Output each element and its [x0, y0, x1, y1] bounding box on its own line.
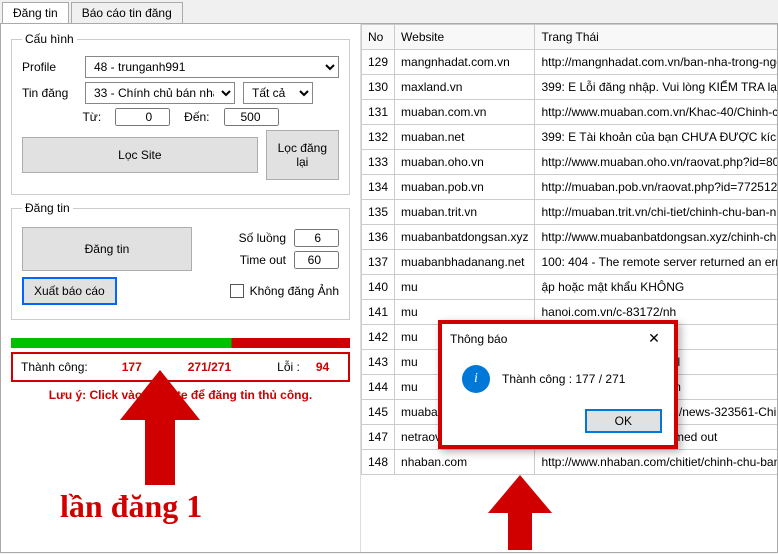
table-row[interactable]: 130maxland.vn399: E Lỗi đăng nhập. Vui l… — [362, 75, 778, 100]
cell-no: 136 — [362, 225, 395, 250]
cell-status: http://mangnhadat.com.vn/ban-nha-trong-n… — [535, 50, 777, 75]
cell-website: muaban.trit.vn — [395, 200, 535, 225]
cell-no: 133 — [362, 150, 395, 175]
soluong-label: Số luồng — [239, 231, 286, 245]
tu-input[interactable] — [115, 108, 170, 126]
cell-status: 399: E Tài khoản của bạn CHƯA ĐƯỢC kích … — [535, 125, 777, 150]
arrow-annotation-left — [110, 370, 210, 490]
khong-dang-anh-label: Không đăng Ảnh — [250, 284, 339, 298]
tindang-select[interactable]: 33 - Chính chủ bán nhà — [85, 82, 235, 104]
dangtin-button[interactable]: Đăng tin — [22, 227, 192, 271]
arrow-annotation-right — [480, 475, 560, 550]
soluong-input[interactable] — [294, 229, 339, 247]
filter-select[interactable]: Tất cả — [243, 82, 313, 104]
cell-no: 132 — [362, 125, 395, 150]
cell-no: 140 — [362, 275, 395, 300]
cell-no: 137 — [362, 250, 395, 275]
cell-status: http://www.muaban.oho.vn/raovat.php?id=8… — [535, 150, 777, 175]
dangtin-group: Đăng tin Đăng tin Số luồng Time out Xuất… — [11, 201, 350, 320]
cell-website: muaban.com.vn — [395, 100, 535, 125]
table-row[interactable]: 131muaban.com.vnhttp://www.muaban.com.vn… — [362, 100, 778, 125]
cell-status: ập hoặc mật khẩu KHÔNG — [535, 275, 777, 300]
cell-website: nhaban.com — [395, 450, 535, 475]
cell-no: 142 — [362, 325, 395, 350]
col-status[interactable]: Trang Thái — [535, 25, 777, 50]
cell-website: muabanbhadanang.net — [395, 250, 535, 275]
thongbao-dialog: Thông báo ✕ i Thành công : 177 / 271 OK — [438, 320, 678, 449]
cell-website: mu — [395, 275, 535, 300]
cell-status: http://www.nhaban.com/chitiet/chinh-chu-… — [535, 450, 777, 475]
cell-status: http://muaban.trit.vn/chi-tiet/chinh-chu… — [535, 200, 777, 225]
tab-dangtin[interactable]: Đăng tin — [2, 2, 69, 23]
table-row[interactable]: 133muaban.oho.vnhttp://www.muaban.oho.vn… — [362, 150, 778, 175]
annotation-text: lần đăng 1 — [60, 488, 202, 525]
cell-status: http://www.muaban.com.vn/Khac-40/Chinh-c… — [535, 100, 777, 125]
cell-website: muaban.oho.vn — [395, 150, 535, 175]
dialog-title: Thông báo — [450, 332, 507, 346]
cell-no: 143 — [362, 350, 395, 375]
info-icon: i — [462, 365, 490, 393]
cell-no: 135 — [362, 200, 395, 225]
table-row[interactable]: 140muập hoặc mật khẩu KHÔNG — [362, 275, 778, 300]
den-label: Đến: — [184, 110, 209, 124]
cell-website: maxland.vn — [395, 75, 535, 100]
col-website[interactable]: Website — [395, 25, 535, 50]
loi-value: 94 — [316, 360, 329, 374]
table-row[interactable]: 132muaban.net399: E Tài khoản của bạn CH… — [362, 125, 778, 150]
cell-no: 145 — [362, 400, 395, 425]
timeout-label: Time out — [240, 253, 286, 267]
table-row[interactable]: 135muaban.trit.vnhttp://muaban.trit.vn/c… — [362, 200, 778, 225]
thanhcong-label: Thành công: — [21, 360, 88, 374]
loc-site-button[interactable]: Lọc Site — [22, 137, 258, 173]
cell-no: 141 — [362, 300, 395, 325]
cell-no: 147 — [362, 425, 395, 450]
table-row[interactable]: 137muabanbhadanang.net100: 404 - The rem… — [362, 250, 778, 275]
cell-website: muaban.pob.vn — [395, 175, 535, 200]
cell-website: muaban.net — [395, 125, 535, 150]
table-row[interactable]: 134muaban.pob.vnhttp://muaban.pob.vn/rao… — [362, 175, 778, 200]
timeout-input[interactable] — [294, 251, 339, 269]
tab-baocao[interactable]: Báo cáo tin đăng — [71, 2, 183, 23]
cell-website: mangnhadat.com.vn — [395, 50, 535, 75]
xuat-baocao-button[interactable]: Xuất báo cáo — [22, 277, 117, 305]
cell-no: 129 — [362, 50, 395, 75]
profile-select[interactable]: 48 - trunganh991 — [85, 56, 339, 78]
khong-dang-anh-checkbox[interactable] — [230, 284, 244, 298]
close-icon[interactable]: ✕ — [642, 330, 666, 347]
loc-dang-lai-button[interactable]: Lọc đăng lại — [266, 130, 339, 180]
progress-bar — [11, 338, 350, 348]
den-input[interactable] — [224, 108, 279, 126]
table-row[interactable]: 129mangnhadat.com.vnhttp://mangnhadat.co… — [362, 50, 778, 75]
cauhinh-group: Cấu hình Profile 48 - trunganh991 Tin đă… — [11, 32, 350, 195]
cell-status: 399: E Lỗi đăng nhập. Vui lòng KIỂM TRA … — [535, 75, 777, 100]
dialog-message: Thành công : 177 / 271 — [502, 372, 625, 386]
ok-button[interactable]: OK — [585, 409, 662, 433]
tu-label: Từ: — [82, 110, 101, 124]
cell-website: muabanbatdongsan.xyz — [395, 225, 535, 250]
cell-status: http://www.muabanbatdongsan.xyz/chinh-ch… — [535, 225, 777, 250]
cell-status: http://muaban.pob.vn/raovat.php?id=77251… — [535, 175, 777, 200]
table-row[interactable]: 136muabanbatdongsan.xyzhttp://www.muaban… — [362, 225, 778, 250]
dangtin-legend: Đăng tin — [22, 201, 73, 215]
cell-no: 134 — [362, 175, 395, 200]
cell-status: 100: 404 - The remote server returned an… — [535, 250, 777, 275]
cauhinh-legend: Cấu hình — [22, 32, 77, 46]
cell-no: 131 — [362, 100, 395, 125]
table-row[interactable]: 148nhaban.comhttp://www.nhaban.com/chiti… — [362, 450, 778, 475]
profile-label: Profile — [22, 60, 77, 74]
col-no[interactable]: No — [362, 25, 395, 50]
loi-label: Lỗi : — [277, 360, 300, 374]
cell-no: 148 — [362, 450, 395, 475]
cell-no: 130 — [362, 75, 395, 100]
cell-no: 144 — [362, 375, 395, 400]
tindang-label: Tin đăng — [22, 86, 77, 100]
